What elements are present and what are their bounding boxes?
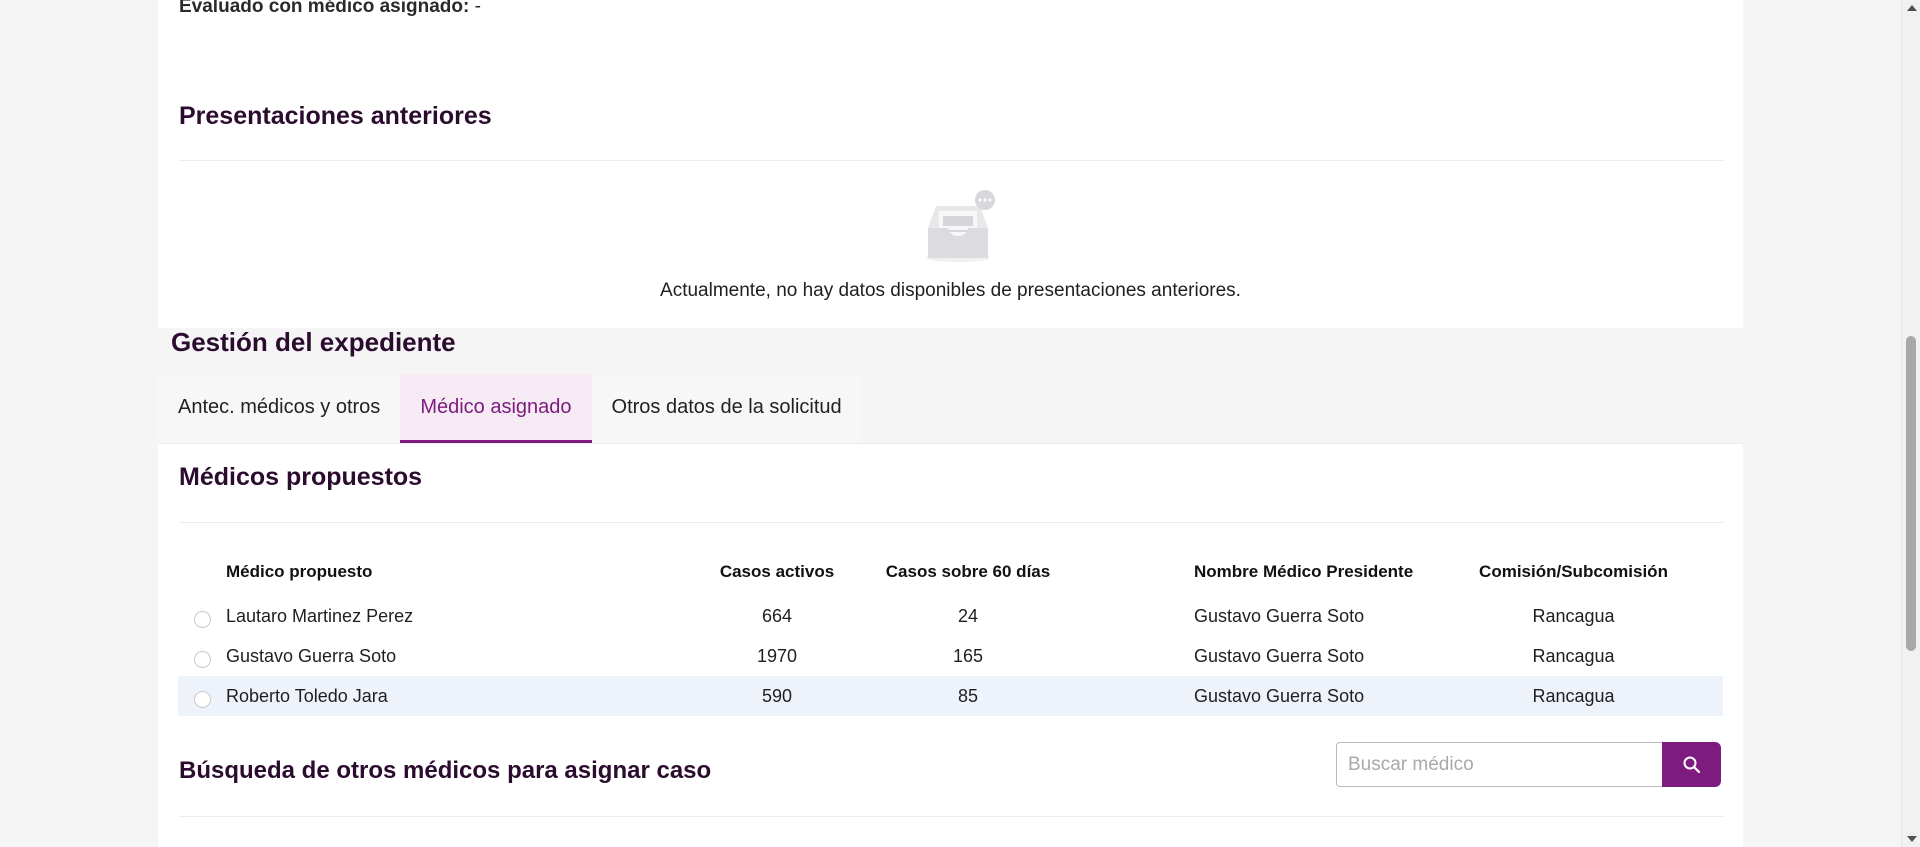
col-comision: Comisión/Subcomisión [1479, 562, 1668, 581]
evaluado-line: Evaluado con médico asignado: - [179, 0, 481, 18]
cell-medico: Roberto Toledo Jara [226, 685, 388, 706]
busqueda-title: Búsqueda de otros médicos para asignar c… [179, 757, 712, 784]
col-sobre60: Casos sobre 60 días [885, 562, 1051, 581]
cell-comision: Rancagua [1532, 645, 1615, 666]
expediente-card: Evaluado con médico asignado: - [158, 0, 1743, 328]
cell-presidente: Gustavo Guerra Soto [1194, 605, 1365, 626]
search-box [1336, 742, 1721, 787]
cell-presidente: Gustavo Guerra Soto [1194, 645, 1365, 666]
select-radio[interactable] [193, 650, 211, 668]
gestion-title: Gestión del expediente [171, 327, 456, 357]
empty-message: Actualmente, no hay datos disponibles de… [660, 280, 1241, 301]
medicos-table: Médico propuesto Casos activos Casos sob… [178, 548, 1723, 716]
cell-comision: Rancagua [1532, 685, 1615, 706]
cell-medico: Lautaro Martinez Perez [226, 605, 414, 626]
table-header: Médico propuesto Casos activos Casos sob… [178, 548, 1723, 596]
cell-sobre60: 165 [952, 645, 984, 666]
medicos-propuestos-title: Médicos propuestos [179, 463, 423, 491]
tab-medico-asignado[interactable]: Médico asignado [400, 374, 592, 443]
cell-presidente: Gustavo Guerra Soto [1194, 685, 1365, 706]
search-icon [1683, 756, 1700, 773]
tab-otros-datos[interactable]: Otros datos de la solicitud [592, 374, 862, 443]
cell-activos: 590 [761, 685, 793, 706]
cell-activos: 1970 [756, 645, 798, 666]
cell-sobre60: 24 [957, 605, 979, 626]
presentaciones-title: Presentaciones anteriores [179, 102, 492, 130]
gestion-tabs: Antec. médicos y otros Médico asignado O… [158, 374, 862, 443]
table-row[interactable]: Lautaro Martinez Perez 664 24 Gustavo Gu… [178, 596, 1723, 636]
scroll-down-icon[interactable] [1907, 836, 1917, 842]
table-row[interactable]: Gustavo Guerra Soto 1970 165 Gustavo Gue… [178, 636, 1723, 676]
tab-antecedentes[interactable]: Antec. médicos y otros [158, 374, 400, 443]
cell-comision: Rancagua [1532, 605, 1615, 626]
evaluado-label: Evaluado con médico asignado: [179, 0, 470, 17]
medicos-divider [179, 522, 1724, 523]
col-medico: Médico propuesto [226, 562, 373, 581]
cell-medico: Gustavo Guerra Soto [226, 645, 397, 666]
select-radio[interactable] [193, 610, 211, 628]
cell-activos: 664 [761, 605, 793, 626]
scroll-up-icon[interactable] [1907, 5, 1917, 11]
cell-sobre60: 85 [957, 685, 979, 706]
scroll-thumb[interactable] [1906, 336, 1916, 651]
busqueda-divider [179, 816, 1724, 817]
vertical-scrollbar[interactable] [1901, 0, 1920, 847]
evaluado-value: - [469, 0, 481, 17]
table-row[interactable]: Roberto Toledo Jara 590 85 Gustavo Guerr… [178, 676, 1723, 716]
empty-inbox-icon [926, 190, 995, 262]
col-activos: Casos activos [719, 562, 835, 581]
page: Evaluado con médico asignado: - Presenta… [0, 0, 1901, 847]
presentaciones-divider [179, 160, 1724, 161]
col-presidente: Nombre Médico Presidente [1194, 562, 1414, 581]
select-radio[interactable] [193, 690, 211, 708]
search-input[interactable] [1336, 742, 1662, 787]
search-button[interactable] [1662, 742, 1721, 787]
